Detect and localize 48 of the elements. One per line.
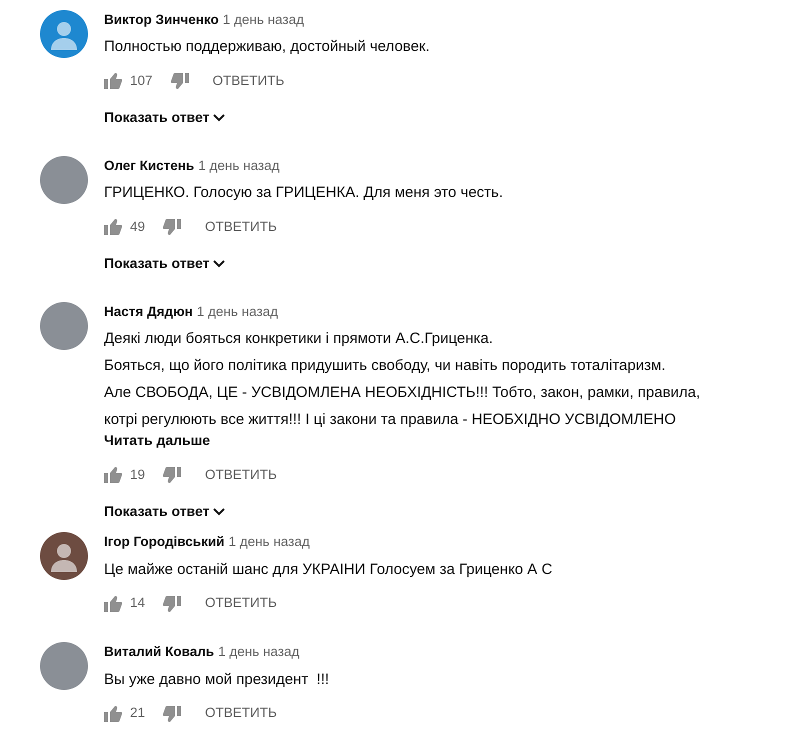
avatar-photo-placeholder [40,302,88,350]
author-name[interactable]: Олег Кистень [104,156,194,176]
comment-time[interactable]: 1 день назад [196,302,278,322]
chevron-down-icon [213,508,226,516]
reply-button[interactable]: ОТВЕТИТЬ [205,465,277,486]
like-icon[interactable] [104,219,122,236]
show-replies-button[interactable]: Показать ответ [104,253,226,274]
chevron-down-icon [213,260,226,268]
like-count: 49 [130,218,146,236]
comment-text: Але СВОБОДА, ЦЕ - УСВІДОМЛЕНА НЕОБХІДНІСТЬ!!! Тобто, закон, рамки, правила, [104,383,702,404]
reply-button[interactable]: ОТВЕТИТЬ [212,71,284,92]
comment-text: ГРИЦЕНКО. Голосую за ГРИЦЕНКА. Для меня это честь. [104,183,504,204]
show-replies-button[interactable]: Показать ответ [104,501,226,522]
comment-text: Деякі люди бояться конкретики і прямоти А.С.Гриценка. [104,329,494,350]
author-name[interactable]: Виктор Зинченко [104,10,219,30]
dislike-icon[interactable] [163,467,182,484]
comment-text: котрі регулюють все життя!!! І ці закони та правила - НЕОБХІДНО УСВІДОМЛЕНО [104,410,677,430]
dislike-icon[interactable] [163,706,182,722]
comment-text: Вы уже давно мой президент !!! [104,670,330,690]
like-count: 14 [130,594,146,612]
like-icon[interactable] [104,706,122,722]
like-count: 19 [130,466,146,484]
chevron-down-icon [213,114,226,122]
like-count: 21 [130,704,146,722]
like-icon[interactable] [104,467,122,484]
dislike-icon[interactable] [170,73,189,90]
avatar-photo-placeholder [40,642,88,690]
comment-time[interactable]: 1 день назад [228,532,310,552]
like-icon[interactable] [104,596,122,612]
author-name[interactable]: Виталий Коваль [104,642,214,662]
show-replies-button[interactable]: Показать ответ [104,107,226,128]
comment-time[interactable]: 1 день назад [218,642,300,662]
read-more-link[interactable]: Читать дальше [104,430,789,452]
dislike-icon[interactable] [163,596,182,612]
comment-time[interactable]: 1 день назад [198,156,280,176]
comment-text: Це майже останій шанс для УКРАІНИ Голосуем за Гриценко А С [104,560,554,580]
comment-text: Полностью поддерживаю, достойный человек. [104,37,431,58]
reply-button[interactable]: ОТВЕТИТЬ [205,593,277,614]
author-name[interactable]: Ігор Городівський [104,532,224,552]
avatar-photo-placeholder [40,156,88,204]
author-name[interactable]: Настя Дядюн [104,302,193,322]
like-icon[interactable] [104,73,122,90]
dislike-icon[interactable] [163,219,182,236]
comment-text: Бояться, що його політика придушить свободу, чи навіть породить тоталітаризм. [104,356,666,376]
comment-time[interactable]: 1 день назад [222,10,304,30]
reply-button[interactable]: ОТВЕТИТЬ [205,217,277,238]
like-count: 107 [130,72,153,90]
reply-button[interactable]: ОТВЕТИТЬ [205,703,277,724]
